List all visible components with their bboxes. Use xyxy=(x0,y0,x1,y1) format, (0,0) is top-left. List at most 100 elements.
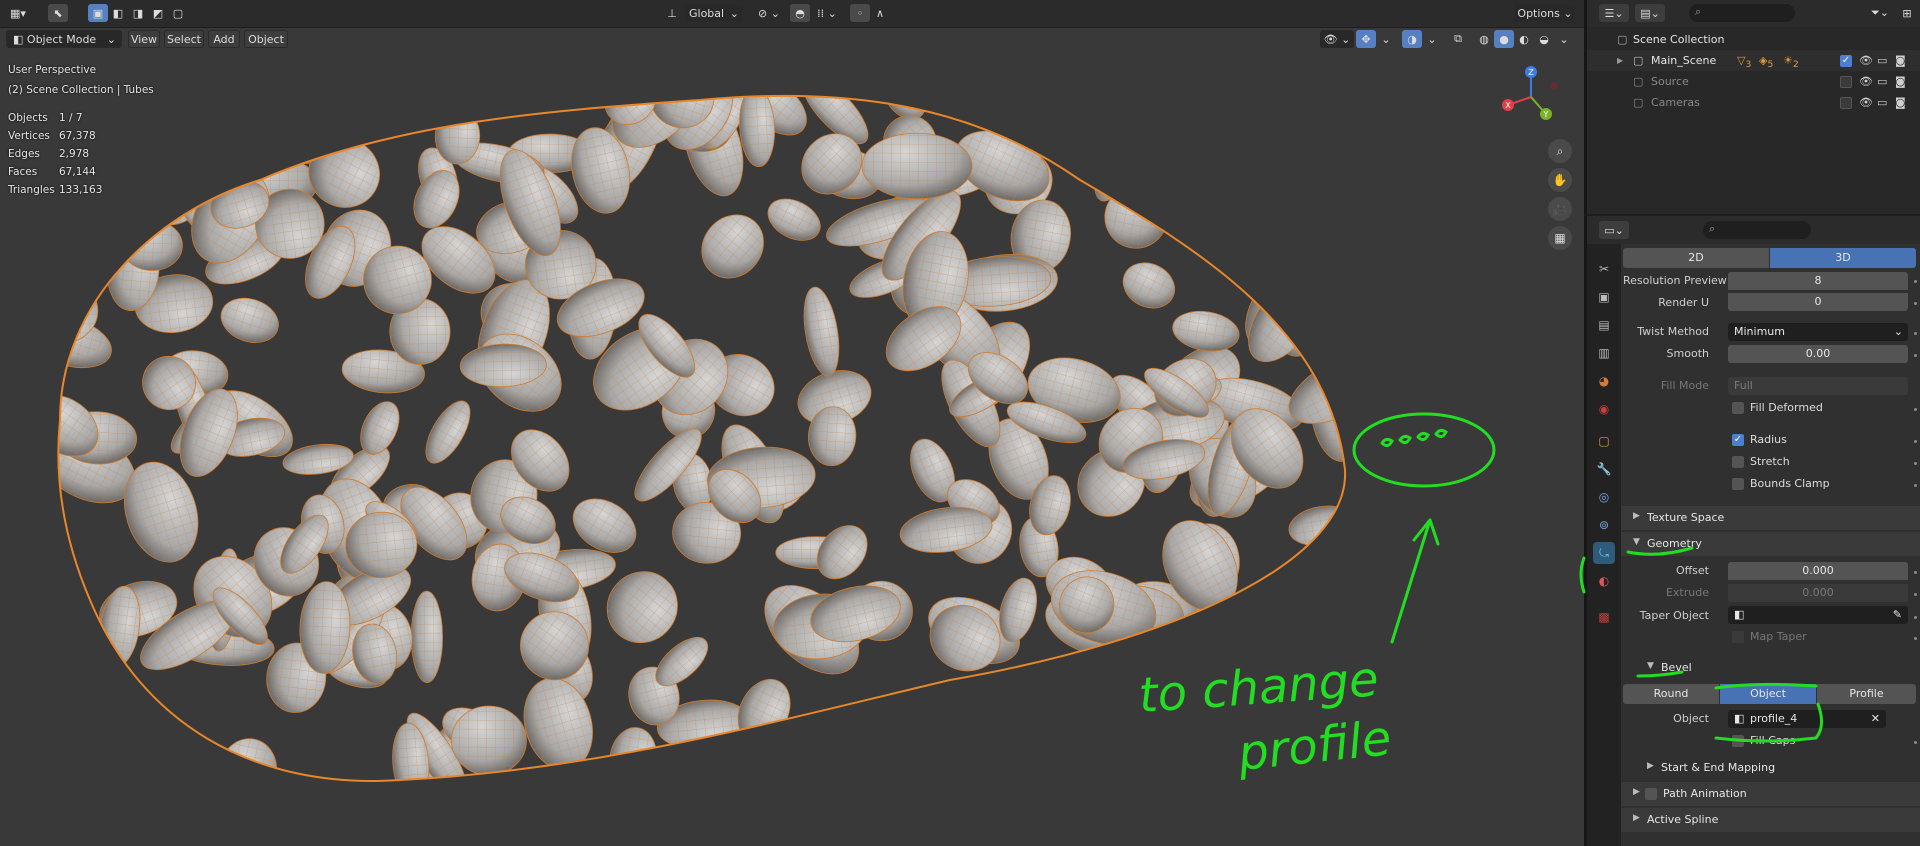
camera-render-icon[interactable]: ◙ xyxy=(1895,54,1906,67)
object-menu[interactable]: Object xyxy=(244,30,288,48)
bevel-round-toggle[interactable]: Round xyxy=(1623,684,1719,704)
camera-render-icon[interactable]: ◙ xyxy=(1895,75,1906,88)
bevel-object-field[interactable]: ◧ profile_4 ✕ xyxy=(1728,710,1886,728)
solid-shading-icon[interactable]: ● xyxy=(1494,30,1514,48)
offset-field[interactable]: 0.000 xyxy=(1728,562,1908,580)
outliner-root-row[interactable]: ▢ Scene Collection xyxy=(1587,29,1920,50)
filter-icon[interactable]: ⏷⌄ xyxy=(1865,4,1895,22)
eye-icon[interactable]: 👁 xyxy=(1859,75,1873,88)
constraints-tab-icon[interactable]: ⊚ xyxy=(1593,514,1615,536)
material-shading-icon[interactable]: ◐ xyxy=(1514,30,1534,48)
tool-tab-icon[interactable]: ✂ xyxy=(1593,258,1615,280)
fill-mode-dropdown[interactable]: Full xyxy=(1728,377,1908,395)
resolution-preview-field[interactable]: 8 xyxy=(1728,272,1908,290)
snap-target-icon[interactable]: ⁞⁞ ⌄ xyxy=(812,4,842,22)
proportional-edit-icon[interactable]: ◦ xyxy=(850,4,870,22)
bounds-clamp-checkbox[interactable] xyxy=(1732,478,1744,490)
outliner-row-cameras[interactable]: ▢ Cameras 👁 ▭ ◙ xyxy=(1587,92,1920,113)
neg-x-handle[interactable] xyxy=(1550,82,1558,90)
smooth-field[interactable]: 0.00 xyxy=(1728,345,1908,363)
fill-deformed-checkbox[interactable] xyxy=(1732,402,1744,414)
eyedropper-icon[interactable]: ✎ xyxy=(1893,606,1902,624)
chevron-down-icon[interactable]: ⌄ xyxy=(1422,30,1442,48)
expand-arrow-icon[interactable]: ▶ xyxy=(1617,56,1623,65)
tubes-mesh-object[interactable] xyxy=(0,0,1584,846)
view-layer-tab-icon[interactable]: ▥ xyxy=(1593,342,1615,364)
geometry-panel-header[interactable]: ▼ Geometry xyxy=(1621,532,1920,556)
rendered-shading-icon[interactable]: ◒ xyxy=(1534,30,1554,48)
render-tab-icon[interactable]: ▣ xyxy=(1593,286,1615,308)
bevel-profile-toggle[interactable]: Profile xyxy=(1817,684,1916,704)
bevel-object-toggle[interactable]: Object xyxy=(1720,684,1816,704)
outliner-row-main-scene[interactable]: ▶ ▢ Main_Scene ▽3 ◈5 ☀2 ✓ 👁 ▭ ◙ xyxy=(1587,50,1920,71)
extrude-field[interactable]: 0.000 xyxy=(1728,584,1908,602)
modifier-tab-icon[interactable]: 🔧 xyxy=(1593,458,1615,480)
editor-type-icon[interactable]: ▦▾ xyxy=(8,4,28,22)
pan-hand-icon[interactable]: ✋ xyxy=(1548,168,1572,192)
select-extend-icon[interactable]: ◧ xyxy=(108,4,128,22)
view-menu[interactable]: View xyxy=(128,30,160,48)
exclude-checkbox[interactable] xyxy=(1840,76,1852,88)
select-tool-icon[interactable]: ⬉ xyxy=(48,4,68,22)
clear-icon[interactable]: ✕ xyxy=(1871,710,1880,728)
exclude-checkbox[interactable]: ✓ xyxy=(1840,55,1852,67)
select-invert-icon[interactable]: ◩ xyxy=(148,4,168,22)
new-collection-icon[interactable]: ⊞ xyxy=(1897,4,1917,22)
3d-toggle[interactable]: 3D xyxy=(1770,248,1916,268)
stretch-checkbox[interactable] xyxy=(1732,456,1744,468)
snap-icon[interactable]: ◓ xyxy=(790,4,810,22)
3d-viewport[interactable]: ▦▾ ⬉ ▣ ◧ ◨ ◩ ▢ ⊥ Global ⌄ ⊘ ⌄ ◓ ⁞⁞ ⌄ ◦ ∧… xyxy=(0,0,1584,846)
outliner-search-input[interactable]: ⌕ xyxy=(1689,4,1795,22)
falloff-icon[interactable]: ∧ xyxy=(870,4,890,22)
editor-type-icon[interactable]: ☰⌄ xyxy=(1599,4,1629,22)
fill-caps-checkbox[interactable] xyxy=(1732,735,1744,747)
exclude-checkbox[interactable] xyxy=(1840,97,1852,109)
overlays-icon[interactable]: ◑ xyxy=(1402,30,1422,48)
ortho-grid-icon[interactable]: ▦ xyxy=(1548,226,1572,250)
output-tab-icon[interactable]: ▤ xyxy=(1593,314,1615,336)
select-new-icon[interactable]: ▣ xyxy=(88,4,108,22)
chevron-down-icon[interactable]: ⌄ xyxy=(1376,30,1396,48)
object-tab-icon[interactable]: ▢ xyxy=(1593,430,1615,452)
radius-checkbox[interactable]: ✓ xyxy=(1732,434,1744,446)
zoom-icon[interactable]: ⌕ xyxy=(1548,139,1572,163)
options-dropdown[interactable]: Options ⌄ xyxy=(1514,4,1576,22)
texture-space-panel-header[interactable]: ▶ Texture Space xyxy=(1621,506,1920,530)
xray-icon[interactable]: ⧉ xyxy=(1448,30,1468,48)
mode-dropdown[interactable]: ◧ Object Mode ⌄ xyxy=(6,30,122,48)
texture-tab-icon[interactable]: ▩ xyxy=(1593,606,1615,628)
render-u-field[interactable]: 0 xyxy=(1728,293,1908,311)
world-tab-icon[interactable]: ◉ xyxy=(1593,398,1615,420)
twist-method-dropdown[interactable]: Minimum ⌄ xyxy=(1728,323,1908,341)
bevel-panel-header[interactable]: ▼ Bevel xyxy=(1635,656,1920,680)
outliner-row-source[interactable]: ▢ Source 👁 ▭ ◙ xyxy=(1587,71,1920,92)
camera-render-icon[interactable]: ◙ xyxy=(1895,96,1906,109)
curve-data-tab-icon[interactable]: ⤿ xyxy=(1593,542,1615,564)
map-taper-checkbox[interactable] xyxy=(1732,631,1744,643)
add-menu[interactable]: Add xyxy=(208,30,240,48)
monitor-icon[interactable]: ▭ xyxy=(1877,75,1887,88)
gizmo-icon[interactable]: ✥ xyxy=(1356,30,1376,48)
editor-type-icon[interactable]: ▭⌄ xyxy=(1599,221,1629,239)
select-subtract-icon[interactable]: ◨ xyxy=(128,4,148,22)
transform-orientation-dropdown[interactable]: Global ⌄ xyxy=(684,4,744,22)
visibility-filter-icon[interactable]: 👁 ⌄ xyxy=(1320,30,1354,48)
pivot-point-icon[interactable]: ⊘ ⌄ xyxy=(752,4,786,22)
select-intersect-icon[interactable]: ▢ xyxy=(168,4,188,22)
select-menu[interactable]: Select xyxy=(164,30,204,48)
active-spline-panel-header[interactable]: ▶ Active Spline xyxy=(1621,808,1920,832)
display-mode-icon[interactable]: ▤⌄ xyxy=(1635,4,1665,22)
scene-tab-icon[interactable]: ◕ xyxy=(1593,370,1615,392)
start-end-mapping-panel-header[interactable]: ▶ Start & End Mapping xyxy=(1635,756,1920,780)
wireframe-shading-icon[interactable]: ◍ xyxy=(1474,30,1494,48)
properties-search-input[interactable]: ⌕ xyxy=(1703,221,1811,239)
material-tab-icon[interactable]: ◐ xyxy=(1593,570,1615,592)
taper-object-field[interactable]: ◧ ✎ xyxy=(1728,606,1908,624)
monitor-icon[interactable]: ▭ xyxy=(1877,54,1887,67)
chevron-down-icon[interactable]: ⌄ xyxy=(1554,30,1574,48)
camera-view-icon[interactable]: 🎥 xyxy=(1548,197,1572,221)
path-animation-checkbox[interactable] xyxy=(1645,788,1657,800)
monitor-icon[interactable]: ▭ xyxy=(1877,96,1887,109)
2d-toggle[interactable]: 2D xyxy=(1623,248,1769,268)
physics-tab-icon[interactable]: ◎ xyxy=(1593,486,1615,508)
